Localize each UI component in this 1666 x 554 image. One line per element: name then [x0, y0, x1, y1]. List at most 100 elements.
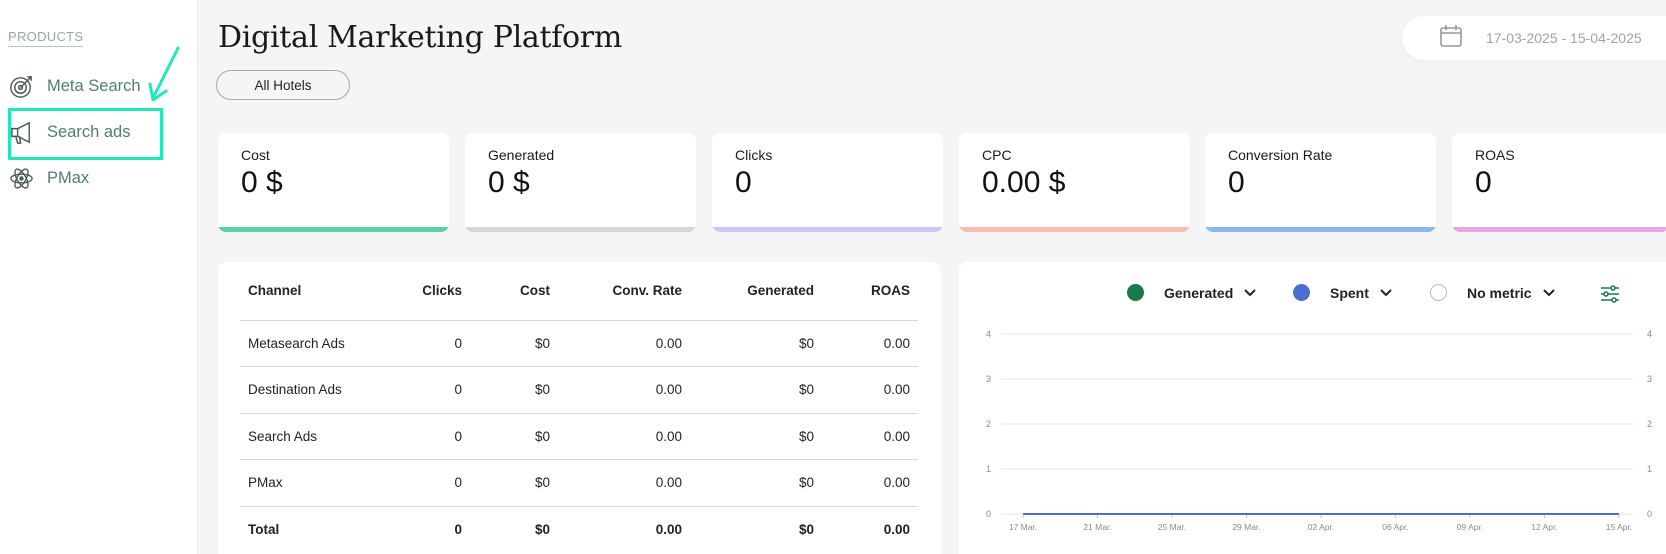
x-tick-label: 06 Apr.: [1382, 522, 1408, 532]
y-tick-label: 0: [986, 509, 991, 519]
chart-card: Generated Spent No metric 0 0 1 1 2 2 3 3 4 4 17 M…: [959, 262, 1666, 554]
kpi-card-generated: Generated 0 $: [465, 133, 696, 232]
x-tick-label: 25 Mar.: [1158, 522, 1186, 532]
table-cell: $0: [470, 505, 558, 553]
channel-table-card: Channel Clicks Cost Conv. Rate Generated…: [218, 262, 941, 554]
table-cell: $0: [690, 319, 822, 367]
kpi-value: 0: [1228, 166, 1245, 199]
column-header-clicks[interactable]: Clicks: [390, 262, 470, 320]
table-row: Search Ads 0 $0 0.00 $0 0.00: [240, 412, 918, 460]
channel-table: Channel Clicks Cost Conv. Rate Generated…: [240, 262, 918, 553]
column-header-cost[interactable]: Cost: [470, 262, 558, 320]
sidebar-heading: PRODUCTS: [8, 29, 84, 47]
date-range-text: 17-03-2025 - 15-04-2025: [1486, 30, 1642, 46]
table-cell: $0: [690, 505, 822, 553]
target-icon: [8, 73, 35, 100]
atom-icon: [8, 165, 35, 192]
table-cell: 0: [390, 319, 470, 367]
sidebar-item-label: Search ads: [47, 122, 131, 141]
table-cell: 0.00: [822, 505, 918, 553]
sidebar: PRODUCTS Meta Search Search ads PMax: [0, 0, 198, 554]
table-cell: Destination Ads: [240, 366, 390, 413]
table-cell: Search Ads: [240, 412, 390, 460]
column-header-generated[interactable]: Generated: [690, 262, 822, 320]
kpi-label: Cost: [241, 147, 270, 163]
arrow-annotation: [148, 46, 180, 102]
table-cell: $0: [470, 412, 558, 460]
all-hotels-button[interactable]: All Hotels: [216, 70, 350, 100]
y-tick-label: 2: [986, 419, 991, 429]
table-cell: 0: [390, 412, 470, 460]
y-tick-label-right: 0: [1647, 509, 1652, 519]
date-range-picker[interactable]: 17-03-2025 - 15-04-2025: [1402, 16, 1666, 60]
kpi-color-bar: [1205, 227, 1436, 232]
kpi-card-roas: ROAS 0: [1452, 133, 1666, 232]
table-cell: 0.00: [822, 366, 918, 413]
column-header-channel[interactable]: Channel: [240, 262, 390, 320]
table-cell: $0: [690, 459, 822, 506]
column-header-roas[interactable]: ROAS: [822, 262, 918, 320]
y-tick-label: 4: [986, 329, 991, 339]
kpi-value: 0: [1475, 166, 1492, 199]
table-cell: 0.00: [558, 505, 690, 553]
kpi-label: Clicks: [735, 147, 773, 163]
table-cell: 0.00: [822, 319, 918, 367]
sidebar-item-pmax[interactable]: PMax: [8, 164, 89, 192]
kpi-value: 0.00 $: [982, 166, 1066, 199]
table-cell: 0.00: [558, 412, 690, 460]
table-cell: $0: [690, 412, 822, 460]
column-header-conv-rate[interactable]: Conv. Rate: [558, 262, 690, 320]
table-cell: 0: [390, 366, 470, 413]
table-cell: 0: [390, 459, 470, 506]
table-row: PMax 0 $0 0.00 $0 0.00: [240, 459, 918, 506]
x-tick-label: 02 Apr.: [1308, 522, 1334, 532]
table-cell: Metasearch Ads: [240, 319, 390, 367]
sidebar-item-label: PMax: [47, 168, 90, 187]
page-title: Digital Marketing Platform: [218, 20, 622, 55]
table-cell: 0: [390, 505, 470, 553]
y-tick-label: 3: [986, 374, 991, 384]
sidebar-item-meta-search[interactable]: Meta Search: [8, 72, 141, 100]
calendar-icon: [1438, 23, 1464, 54]
x-tick-label: 21 Mar.: [1083, 522, 1111, 532]
kpi-color-bar: [465, 227, 696, 232]
x-tick-label: 09 Apr.: [1457, 522, 1483, 532]
table-cell: 0.00: [822, 459, 918, 506]
x-tick-label: 29 Mar.: [1232, 522, 1260, 532]
y-tick-label-right: 3: [1647, 374, 1652, 384]
kpi-value: 0 $: [488, 166, 530, 199]
table-cell: 0.00: [822, 412, 918, 460]
line-chart: 0 0 1 1 2 2 3 3 4 4 17 Mar. 21 Mar. 25 Mar. 29 Mar. 02…: [986, 329, 1652, 532]
x-tick-label: 12 Apr.: [1531, 522, 1557, 532]
sidebar-item-search-ads[interactable]: Search ads: [8, 118, 130, 146]
x-tick-label: 17 Mar.: [1009, 522, 1037, 532]
kpi-value: 0: [735, 166, 752, 199]
megaphone-icon: [8, 119, 35, 146]
kpi-label: CPC: [982, 147, 1012, 163]
kpi-color-bar: [218, 227, 449, 232]
kpi-card-cost: Cost 0 $: [218, 133, 449, 232]
table-header-row: Channel Clicks Cost Conv. Rate Generated…: [240, 262, 918, 320]
kpi-card-cpc: CPC 0.00 $: [959, 133, 1190, 232]
kpi-label: ROAS: [1475, 147, 1515, 163]
table-cell: 0.00: [558, 459, 690, 506]
kpi-color-bar: [712, 227, 943, 232]
y-tick-label-right: 4: [1647, 329, 1652, 339]
kpi-color-bar: [1452, 227, 1666, 232]
kpi-value: 0 $: [241, 166, 283, 199]
x-tick-label: 15 Apr.: [1606, 522, 1632, 532]
kpi-color-bar: [959, 227, 1190, 232]
table-row: Destination Ads 0 $0 0.00 $0 0.00: [240, 366, 918, 413]
kpi-label: Generated: [488, 147, 555, 163]
table-cell: $0: [690, 366, 822, 413]
table-cell: $0: [470, 319, 558, 367]
kpi-label: Conversion Rate: [1228, 147, 1333, 163]
y-tick-label: 1: [986, 464, 991, 474]
sidebar-item-label: Meta Search: [47, 76, 141, 95]
table-cell: PMax: [240, 459, 390, 506]
kpi-card-clicks: Clicks 0: [712, 133, 943, 232]
y-tick-label-right: 1: [1647, 464, 1652, 474]
table-cell: $0: [470, 459, 558, 506]
table-row: Metasearch Ads 0 $0 0.00 $0 0.00: [240, 319, 918, 367]
y-tick-label-right: 2: [1647, 419, 1652, 429]
